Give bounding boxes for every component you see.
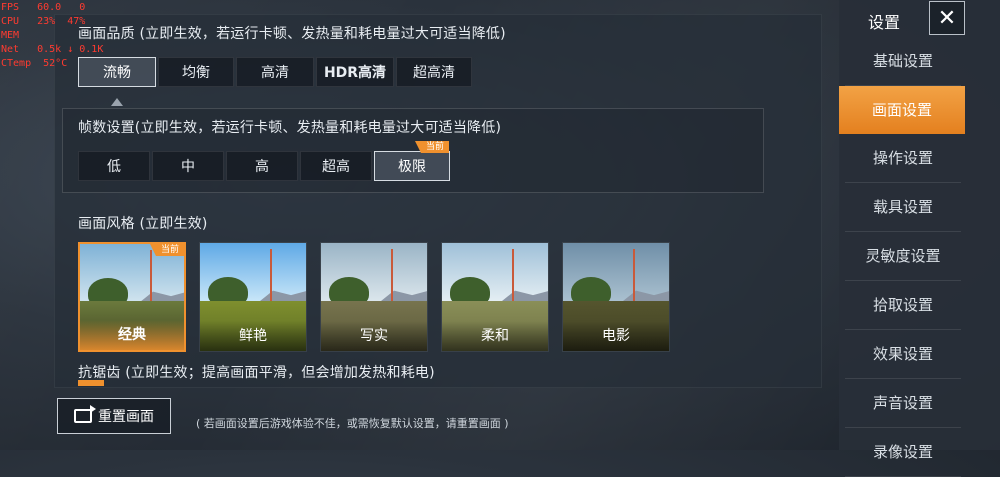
debug-mem: MEM (1, 30, 20, 41)
quality-option-hd[interactable]: 高清 (236, 57, 314, 87)
style-label: 经典 (80, 320, 184, 350)
sidebar-item-sensitivity[interactable]: 灵敏度设置 (845, 232, 961, 281)
fps-option-medium[interactable]: 中 (152, 151, 224, 181)
antialias-marker (78, 380, 104, 386)
thumb-tower (150, 250, 152, 305)
thumb-tower (391, 249, 393, 304)
debug-net: Net 0.5k ↓ 0.1K (1, 44, 104, 55)
sidebar-item-effects[interactable]: 效果设置 (845, 330, 961, 379)
debug-cpu: CPU 23% 47% (1, 16, 86, 27)
reset-icon (74, 405, 96, 423)
style-option-realistic[interactable]: 写实 (320, 242, 428, 352)
close-icon: ✕ (937, 5, 957, 31)
quality-option-hdr-label: HDR高清 (323, 65, 387, 81)
quality-title: 画面品质 (立即生效，若运行卡顿、发热量和耗电量过大可适当降低) (78, 26, 506, 42)
thumb-tower (512, 249, 514, 304)
fps-option-low[interactable]: 低 (78, 151, 150, 181)
current-badge: 当前 (149, 244, 184, 256)
sidebar-item-recording[interactable]: 录像设置 (845, 428, 961, 477)
style-option-classic[interactable]: 当前 经典 (78, 242, 186, 352)
antialias-title: 抗锯齿 (立即生效；提高画面平滑，但会增加发热和耗电) (78, 365, 435, 381)
sidebar-item-controls[interactable]: 操作设置 (845, 134, 961, 183)
quality-selector: 流畅 均衡 高清 HDR高清 超高清 (78, 57, 474, 87)
sidebar-menu: 基础设置 画面设置 操作设置 载具设置 灵敏度设置 拾取设置 效果设置 声音设置… (839, 37, 965, 477)
thumb-tower (270, 249, 272, 304)
close-button[interactable]: ✕ (929, 1, 965, 35)
sidebar-item-graphics[interactable]: 画面设置 (839, 86, 965, 134)
fps-option-high[interactable]: 高 (226, 151, 298, 181)
style-label: 鲜艳 (200, 321, 306, 351)
fps-option-extreme-label: 极限 (398, 159, 426, 175)
fps-title: 帧数设置(立即生效，若运行卡顿、发热量和耗电量过大可适当降低) (78, 120, 502, 136)
current-badge: 当前 (414, 141, 449, 153)
debug-ctemp: CTemp 52°C (1, 58, 68, 69)
debug-fps: FPS 60.0 0 (1, 2, 86, 13)
reset-graphics-button[interactable]: 重置画面 (57, 398, 171, 434)
thumb-tower (633, 249, 635, 304)
quality-option-hdr[interactable]: HDR高清 (316, 57, 394, 87)
style-title: 画面风格 (立即生效) (78, 216, 208, 232)
quality-option-balanced[interactable]: 均衡 (158, 57, 234, 87)
style-option-soft[interactable]: 柔和 (441, 242, 549, 352)
fps-option-ultra[interactable]: 超高 (300, 151, 372, 181)
debug-overlay: FPS 60.0 0 CPU 23% 47% MEM Net 0.5k ↓ 0.… (1, 1, 103, 71)
style-option-cinematic[interactable]: 电影 (562, 242, 670, 352)
sidebar-item-sound[interactable]: 声音设置 (845, 379, 961, 428)
quality-option-ultra[interactable]: 超高清 (396, 57, 472, 87)
sidebar-title: 设置 (868, 13, 901, 32)
sidebar-item-vehicle[interactable]: 载具设置 (845, 183, 961, 232)
style-label: 写实 (321, 321, 427, 351)
reset-label: 重置画面 (98, 409, 154, 425)
style-label: 柔和 (442, 321, 548, 351)
fps-option-extreme[interactable]: 极限 当前 (374, 141, 450, 181)
style-label: 电影 (563, 321, 669, 351)
style-option-vivid[interactable]: 鲜艳 (199, 242, 307, 352)
sidebar-item-pickup[interactable]: 拾取设置 (845, 281, 961, 330)
selection-pointer (111, 98, 123, 106)
style-selector: 当前 经典 鲜艳 写实 柔和 电影 (78, 242, 670, 352)
fps-selector: 低 中 高 超高 极限 当前 (78, 141, 452, 181)
reset-hint: ( 若画面设置后游戏体验不佳，或需恢复默认设置，请重置画面 ) (196, 417, 509, 430)
sidebar-item-basic[interactable]: 基础设置 (845, 37, 961, 86)
